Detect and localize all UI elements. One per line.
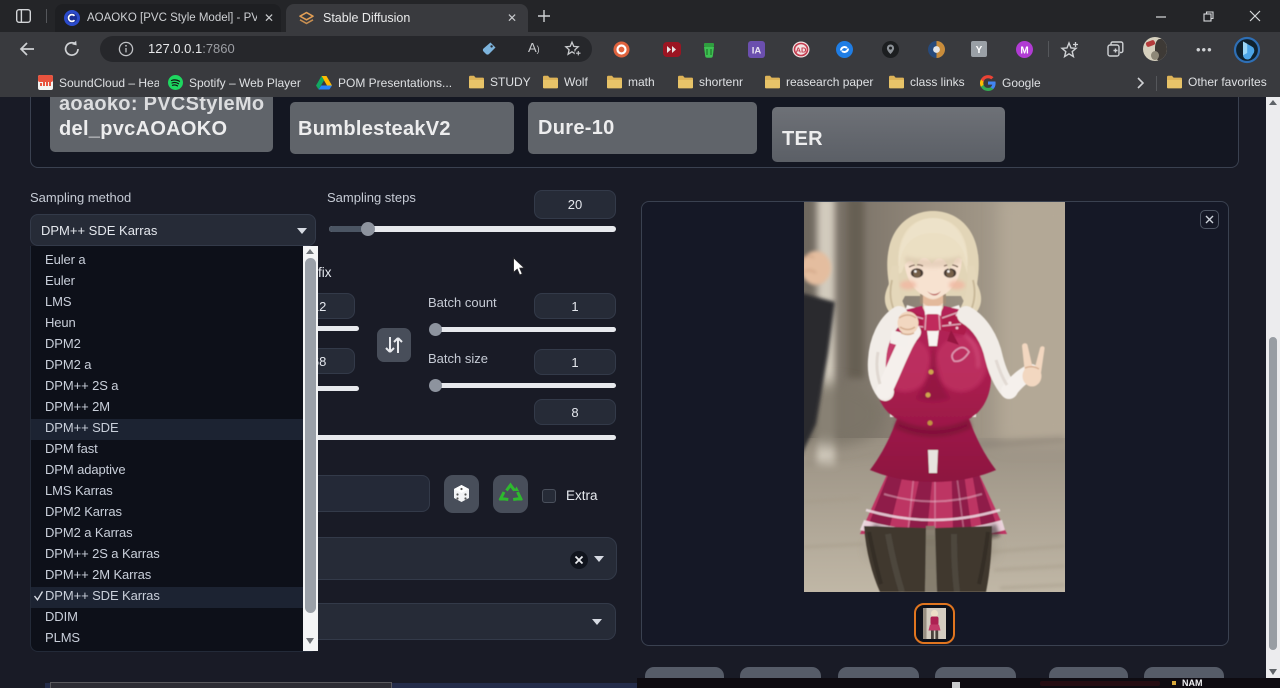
svg-text:M: M <box>1020 46 1028 57</box>
svg-text:IA: IA <box>752 46 762 57</box>
svg-text:Y: Y <box>976 45 983 56</box>
svg-text:AD: AD <box>796 46 807 55</box>
